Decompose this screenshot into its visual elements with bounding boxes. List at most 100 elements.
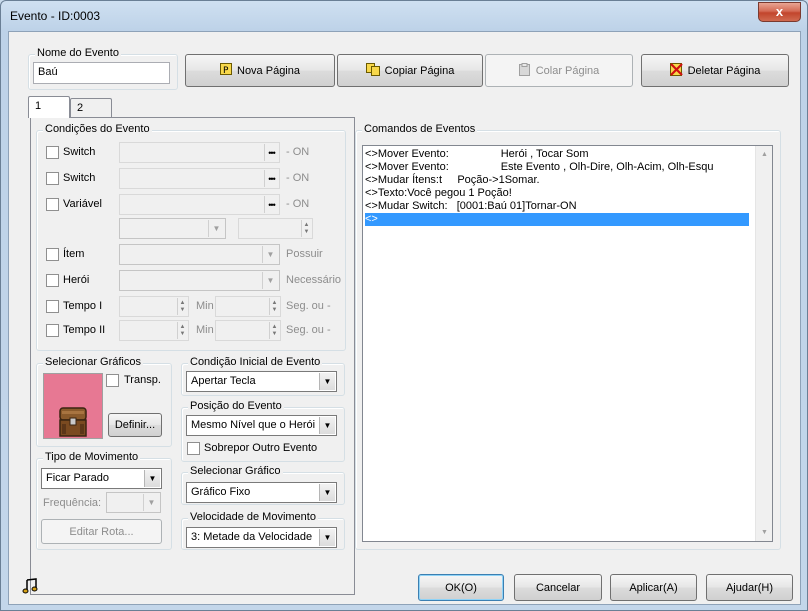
item-checkbox[interactable]	[46, 248, 59, 261]
chevron-down-icon: ▼	[144, 470, 160, 487]
variable-checkbox[interactable]	[46, 198, 59, 211]
transparent-label: Transp.	[124, 374, 161, 386]
ok-label: OK(O)	[445, 581, 477, 594]
command-line[interactable]: <>Mudar Switch: [0001:Baú 01]Tornar-ON	[365, 200, 577, 213]
timer2-seconds-spinner[interactable]: ▲ ▼	[215, 320, 281, 341]
switch1-checkbox[interactable]	[46, 146, 59, 159]
move-speed-title: Velocidade de Movimento	[188, 511, 318, 523]
command-line-selected[interactable]: <>	[365, 213, 749, 226]
timer1-seconds-spinner[interactable]: ▲ ▼	[215, 296, 281, 317]
delete-page-button[interactable]: Deletar Página	[641, 54, 789, 87]
variable-label: Variável	[63, 198, 102, 210]
define-graphic-label: Definir...	[114, 419, 156, 431]
spinner-arrows-icon[interactable]: ▲ ▼	[177, 298, 187, 315]
spinner-arrows-icon[interactable]: ▲ ▼	[301, 220, 311, 237]
conditions-title: Condições do Evento	[43, 123, 152, 135]
item-select[interactable]: ▼	[119, 244, 280, 265]
timer1-checkbox[interactable]	[46, 300, 59, 313]
hero-select[interactable]: ▼	[119, 270, 280, 291]
start-condition-select[interactable]: Apertar Tecla ▼	[186, 371, 337, 392]
help-label: Ajudar(H)	[725, 581, 774, 594]
switch2-field: •••	[119, 168, 280, 189]
timer2-checkbox[interactable]	[46, 324, 59, 337]
paste-page-icon	[518, 62, 531, 79]
variable-browse-icon[interactable]: •••	[264, 196, 278, 213]
spinner-arrows-icon[interactable]: ▲ ▼	[269, 322, 279, 339]
switch1-browse-icon[interactable]: •••	[264, 144, 278, 161]
cancel-label: Cancelar	[535, 581, 581, 594]
cancel-button[interactable]: Cancelar	[514, 574, 602, 601]
svg-text:P: P	[223, 66, 229, 75]
timer1-label: Tempo I	[63, 300, 103, 312]
start-condition-value: Apertar Tecla	[191, 375, 256, 387]
tab-page-2[interactable]: 2	[70, 98, 112, 118]
delete-page-icon	[669, 62, 683, 79]
close-icon: x	[775, 4, 784, 19]
overlap-event-checkbox[interactable]	[187, 442, 200, 455]
timer1-sec-label: Seg. ou -	[286, 300, 331, 312]
apply-button[interactable]: Aplicar(A)	[610, 574, 697, 601]
transparent-checkbox[interactable]	[106, 374, 119, 387]
chevron-down-icon: ▼	[262, 246, 278, 263]
copy-page-icon	[365, 62, 380, 79]
move-speed-select[interactable]: 3: Metade da Velocidade ▼	[186, 527, 337, 548]
chevron-down-icon: ▼	[319, 373, 335, 390]
scroll-down-icon[interactable]: ▼	[756, 524, 772, 541]
command-line[interactable]: <>Texto:Você pegou 1 Poção!	[365, 187, 512, 200]
tab-page-1[interactable]: 1	[28, 96, 70, 118]
timer2-minutes-spinner[interactable]: ▲ ▼	[119, 320, 189, 341]
command-line[interactable]: <>Mover Evento: Este Evento , Olh-Dire, …	[365, 161, 713, 174]
close-button[interactable]: x	[758, 2, 801, 22]
chevron-down-icon: ▼	[208, 220, 224, 237]
movement-type-value: Ficar Parado	[46, 472, 109, 484]
chevron-down-icon: ▼	[319, 484, 335, 501]
event-position-select[interactable]: Mesmo Nível que o Herói ▼	[186, 415, 337, 436]
define-graphic-button[interactable]: Definir...	[108, 413, 162, 437]
commands-scrollbar[interactable]: ▲ ▼	[755, 146, 772, 541]
hero-checkbox[interactable]	[46, 274, 59, 287]
event-commands-list[interactable]: <>Mover Evento: Herói , Tocar Som <>Move…	[362, 145, 773, 542]
music-note-icon[interactable]	[22, 578, 38, 597]
timer1-minutes-spinner[interactable]: ▲ ▼	[119, 296, 189, 317]
select-graphic-select[interactable]: Gráfico Fixo ▼	[186, 482, 337, 503]
scroll-up-icon[interactable]: ▲	[756, 146, 772, 163]
select-graphic-title: Selecionar Gráfico	[188, 465, 283, 477]
switch2-suffix: - ON	[286, 172, 310, 184]
switch2-checkbox[interactable]	[46, 172, 59, 185]
movement-type-select[interactable]: Ficar Parado ▼	[41, 468, 162, 489]
treasure-chest-icon	[59, 407, 87, 437]
spinner-arrows-icon[interactable]: ▲ ▼	[177, 322, 187, 339]
switch1-field: •••	[119, 142, 280, 163]
switch1-suffix: - ON	[286, 146, 310, 158]
switch1-label: Switch	[63, 146, 96, 158]
switch2-label: Switch	[63, 172, 96, 184]
copy-page-label: Copiar Página	[384, 64, 455, 77]
frequency-select[interactable]: ▼	[106, 492, 161, 513]
chevron-down-icon: ▼	[143, 494, 159, 511]
variable-operator-select[interactable]: ▼	[119, 218, 226, 239]
select-graphic-value: Gráfico Fixo	[191, 486, 251, 498]
help-button[interactable]: Ajudar(H)	[706, 574, 793, 601]
hero-suffix: Necessário	[286, 274, 342, 286]
new-page-button[interactable]: P Nova Página	[185, 54, 335, 87]
timer2-sec-label: Seg. ou -	[286, 324, 331, 336]
copy-page-button[interactable]: Copiar Página	[337, 54, 483, 87]
event-editor-window: Evento - ID:0003 x Nome do Evento Baú P …	[0, 0, 808, 611]
ok-button[interactable]: OK(O)	[418, 574, 504, 601]
variable-value-spinner[interactable]: ▲ ▼	[238, 218, 313, 239]
edit-route-button[interactable]: Editar Rota...	[41, 519, 162, 544]
command-line[interactable]: <>Mudar Ítens:t Poção->1Somar.	[365, 174, 540, 187]
title-bar: Evento - ID:0003 x	[1, 1, 807, 31]
event-name-input[interactable]: Baú	[33, 62, 170, 84]
movement-type-title: Tipo de Movimento	[43, 451, 141, 463]
paste-page-button[interactable]: Colar Página	[485, 54, 633, 87]
event-sprite-preview[interactable]	[43, 373, 103, 439]
timer1-min-label: Min	[196, 300, 214, 312]
edit-route-label: Editar Rota...	[69, 525, 134, 538]
switch2-browse-icon[interactable]: •••	[264, 170, 278, 187]
spinner-arrows-icon[interactable]: ▲ ▼	[269, 298, 279, 315]
overlap-event-label: Sobrepor Outro Evento	[204, 442, 318, 454]
command-line[interactable]: <>Mover Evento: Herói , Tocar Som	[365, 148, 589, 161]
apply-label: Aplicar(A)	[629, 581, 678, 594]
window-title: Evento - ID:0003	[10, 9, 101, 23]
